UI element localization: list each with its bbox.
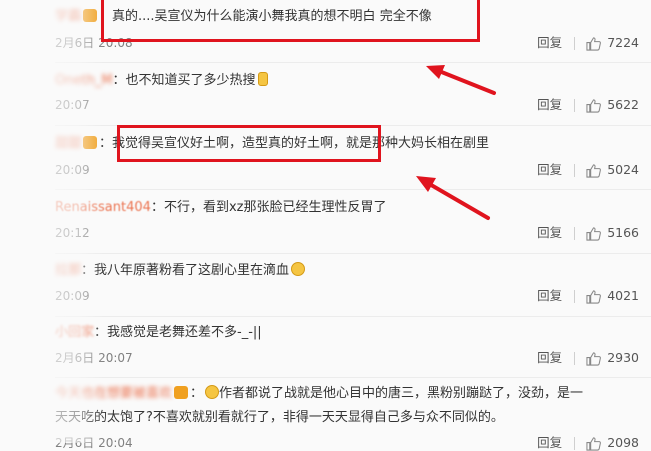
comment-text: 我八年原著粉看了这剧心里在滴血	[94, 263, 290, 278]
comment-time: 20:07	[55, 98, 90, 112]
comment-text-continued: 天天吃的太饱了?不喜欢就别看就行了，非得一天天显得自己多与众不同似的。	[55, 410, 504, 425]
thumbs-up-icon[interactable]	[586, 98, 602, 113]
comment-text: 不行，看到xz那张脸已经生理性反胃了	[163, 200, 387, 215]
comment-username[interactable]: Renaissant404	[55, 200, 151, 215]
comment-line: Renaissant404：不行，看到xz那张脸已经生理性反胃了	[55, 200, 387, 215]
comment-username[interactable]: 小回家	[55, 325, 94, 340]
highlight-box	[117, 125, 381, 162]
comment-time: 2月6日 20:04	[55, 436, 133, 450]
thumbs-up-icon[interactable]	[586, 226, 602, 241]
comment-username[interactable]: 今天也在想要被喜欢	[55, 386, 172, 401]
comment-line: 小回家：我感觉是老舞还差不多-_-||	[55, 325, 262, 340]
like-count: 5622	[607, 97, 639, 112]
comment-username[interactable]: Oneth_M	[55, 73, 113, 88]
emoji-icon	[257, 72, 268, 86]
action-divider	[574, 98, 576, 112]
comment-text: 我感觉是老舞还差不多-_-||	[107, 325, 262, 340]
like-count: 7224	[607, 35, 639, 50]
action-divider	[574, 289, 576, 303]
comment-text: 作者都说了战就是他心目中的唐三，黑粉别蹦跶了，没劲，是一	[219, 386, 584, 401]
comment-actions: 回复 7224	[537, 35, 639, 51]
vip-badge-icon	[83, 9, 98, 22]
comment-line: 拉那：我八年原著粉看了这剧心里在滴血	[55, 262, 306, 280]
like-count: 2930	[607, 350, 639, 365]
reply-button[interactable]: 回复	[537, 97, 562, 113]
action-divider	[574, 36, 576, 50]
comment-actions: 回复 5024	[537, 162, 639, 178]
action-divider	[574, 436, 576, 450]
thumbs-up-icon[interactable]	[586, 163, 602, 178]
row-divider	[55, 62, 651, 63]
comment-line-2: 天天吃的太饱了?不喜欢就别看就行了，非得一天天显得自己多与众不同似的。	[55, 409, 504, 427]
row-divider	[55, 189, 651, 190]
row-divider	[55, 316, 651, 317]
comment-time: 20:09	[55, 163, 90, 177]
row-divider	[55, 253, 651, 254]
thumbs-up-icon[interactable]	[586, 436, 602, 451]
comment-actions: 回复 2098	[537, 435, 639, 451]
comment-username[interactable]: 拉那	[55, 263, 81, 278]
comment-list: 学霸 ：真的....吴宣仪为什么能演小舞我真的想不明白 完全不像 2月6日 20:…	[0, 0, 651, 451]
like-count: 5166	[607, 225, 639, 240]
action-divider	[574, 226, 576, 240]
vip-badge-icon	[83, 136, 98, 149]
like-count: 5024	[607, 162, 639, 177]
red-arrow-icon	[426, 65, 496, 95]
comment-actions: 回复 5622	[537, 97, 639, 113]
action-divider	[574, 351, 576, 365]
comment-line: 今天也在想要被喜欢：作者都说了战就是他心目中的唐三，黑粉别蹦跶了，没劲，是一	[55, 385, 584, 401]
thumbs-up-icon[interactable]	[586, 36, 602, 51]
smile-emoji-icon	[291, 262, 306, 276]
highlight-box	[101, 0, 480, 42]
reply-button[interactable]: 回复	[537, 35, 562, 51]
comment-username[interactable]: 甜甜	[55, 136, 81, 151]
comment-text: 也不知道买了多少热搜	[125, 73, 256, 88]
action-divider	[574, 163, 576, 177]
comment-time: 2月6日 20:07	[55, 351, 133, 365]
comment-time: 20:12	[55, 226, 90, 240]
vip-badge-icon	[174, 386, 189, 399]
comment-actions: 回复 5166	[537, 225, 639, 241]
reply-button[interactable]: 回复	[537, 225, 562, 241]
comment-username[interactable]: 学霸	[55, 9, 81, 24]
like-count: 4021	[607, 288, 639, 303]
emoji-icon	[205, 385, 220, 399]
comment-time: 20:09	[55, 289, 90, 303]
reply-button[interactable]: 回复	[537, 162, 562, 178]
comment-actions: 回复 2930	[537, 350, 639, 366]
row-divider	[55, 377, 651, 378]
comment-line: Oneth_M：也不知道买了多少热搜	[55, 72, 268, 90]
comment-actions: 回复 4021	[537, 288, 639, 304]
thumbs-up-icon[interactable]	[586, 351, 602, 366]
like-count: 2098	[607, 435, 639, 450]
thumbs-up-icon[interactable]	[586, 289, 602, 304]
red-arrow-icon	[416, 176, 490, 220]
reply-button[interactable]: 回复	[537, 288, 562, 304]
reply-button[interactable]: 回复	[537, 350, 562, 366]
reply-button[interactable]: 回复	[537, 435, 562, 451]
